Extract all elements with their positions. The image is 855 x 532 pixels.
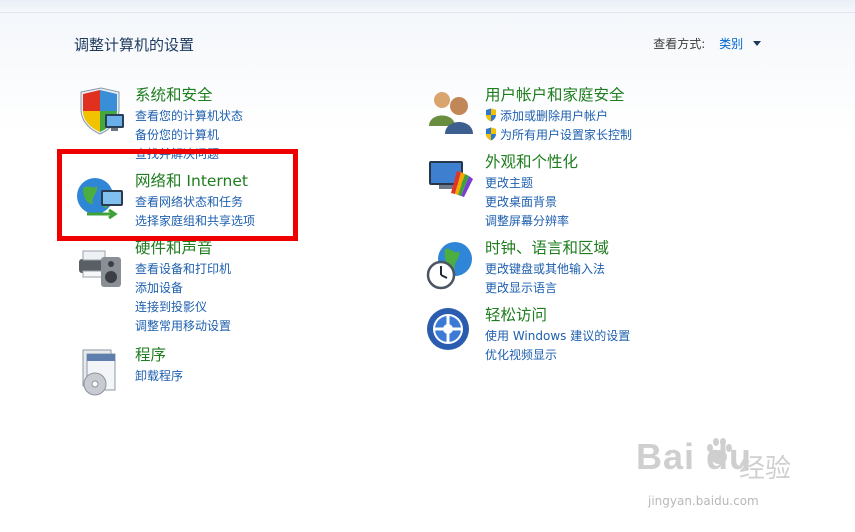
watermark-logo: Bai du	[636, 436, 753, 477]
uac-shield-icon	[486, 108, 496, 122]
link-backup-computer[interactable]: 备份您的计算机	[135, 127, 243, 146]
clock-globe-icon[interactable]	[425, 239, 477, 291]
link-connect-projector[interactable]: 连接到投影仪	[135, 299, 231, 318]
view-by-control: 查看方式: 类别	[653, 35, 761, 52]
users-icon[interactable]	[425, 86, 477, 138]
watermark-url: jingyan.baidu.com	[648, 494, 759, 508]
category-heading[interactable]: 用户帐户和家庭安全	[485, 86, 625, 104]
link-desktop-background[interactable]: 更改桌面背景	[485, 194, 569, 213]
link-recommended-settings[interactable]: 使用 Windows 建议的设置	[485, 328, 630, 347]
ease-of-access-icon[interactable]	[425, 306, 477, 358]
paw-icon	[707, 438, 732, 464]
link-change-theme[interactable]: 更改主题	[485, 175, 569, 194]
link-label: 添加或删除用户帐户	[500, 109, 609, 123]
window-top-bar	[0, 0, 855, 13]
page-title: 调整计算机的设置	[74, 36, 195, 54]
link-label: 为所有用户设置家长控制	[500, 128, 633, 142]
baidu-watermark: Bai du 经验 jingyan.baidu.com	[636, 436, 814, 516]
category-heading[interactable]: 外观和个性化	[485, 153, 578, 171]
category-heading[interactable]: 时钟、语言和区域	[485, 239, 609, 257]
uac-shield-icon	[486, 127, 496, 141]
watermark-text: 经验	[739, 454, 792, 484]
link-mobility-settings[interactable]: 调整常用移动设置	[135, 318, 231, 337]
link-uninstall-program[interactable]: 卸载程序	[135, 368, 183, 387]
category-heading[interactable]: 系统和安全	[135, 86, 213, 104]
category-heading[interactable]: 轻松访问	[485, 306, 547, 324]
highlight-box	[57, 149, 298, 241]
link-parental-controls[interactable]: 为所有用户设置家长控制	[485, 127, 632, 146]
shield-computer-icon[interactable]	[75, 86, 127, 138]
printer-speaker-icon[interactable]	[75, 239, 127, 291]
monitor-palette-icon[interactable]	[425, 153, 477, 205]
link-add-device[interactable]: 添加设备	[135, 280, 231, 299]
link-add-remove-accounts[interactable]: 添加或删除用户帐户	[485, 108, 632, 127]
link-optimize-video[interactable]: 优化视频显示	[485, 347, 630, 366]
view-by-dropdown[interactable]: 类别	[719, 37, 743, 51]
link-screen-resolution[interactable]: 调整屏幕分辨率	[485, 213, 569, 232]
link-change-keyboard[interactable]: 更改键盘或其他输入法	[485, 261, 605, 280]
category-heading[interactable]: 硬件和声音	[135, 239, 213, 257]
category-heading[interactable]: 程序	[135, 346, 166, 364]
link-display-language[interactable]: 更改显示语言	[485, 280, 605, 299]
link-devices-printers[interactable]: 查看设备和打印机	[135, 261, 231, 280]
chevron-down-icon[interactable]	[753, 41, 761, 46]
link-view-computer-status[interactable]: 查看您的计算机状态	[135, 108, 243, 127]
programs-disc-icon[interactable]	[75, 346, 127, 398]
view-by-label: 查看方式:	[653, 37, 706, 51]
